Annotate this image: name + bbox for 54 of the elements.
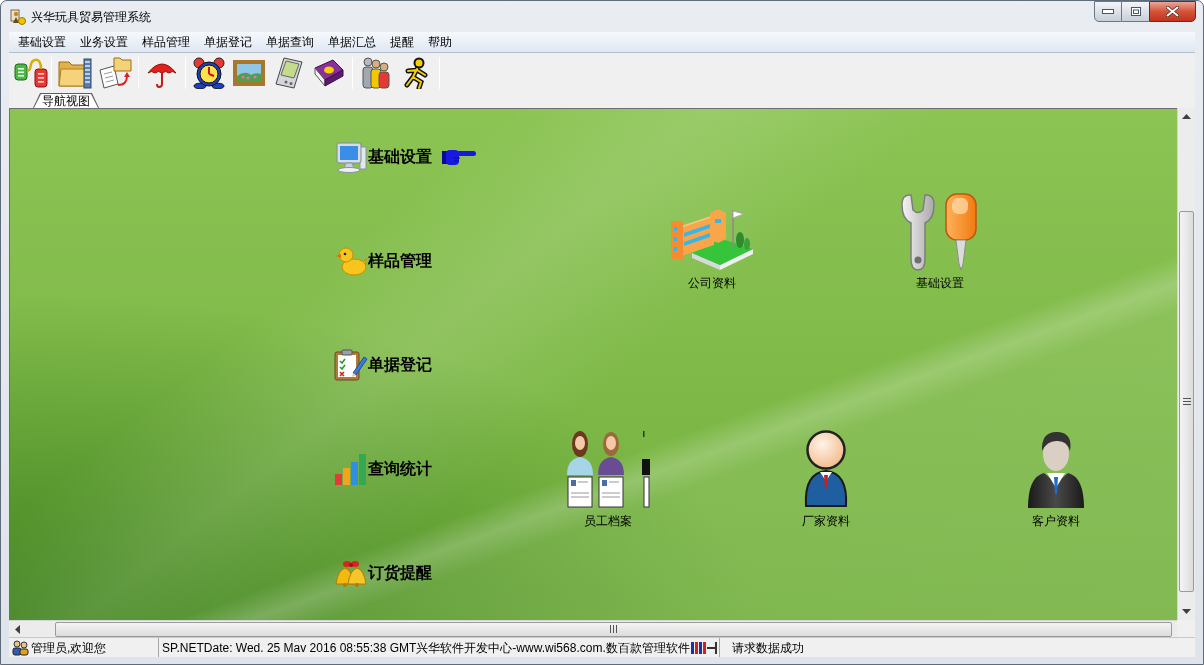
wrench-screwdriver-icon[interactable] bbox=[900, 193, 980, 271]
people-icon[interactable] bbox=[361, 57, 391, 89]
app-icon bbox=[10, 9, 26, 25]
nav-item[interactable]: 单据登记 bbox=[368, 356, 432, 374]
status-text: 请求数据成功 bbox=[731, 640, 804, 655]
launcher-item[interactable]: 公司资料 bbox=[657, 190, 767, 290]
bells-icon[interactable] bbox=[334, 559, 367, 587]
vertical-scrollbar[interactable] bbox=[1177, 108, 1195, 620]
maximize-icon bbox=[1130, 7, 1141, 16]
nav-item[interactable]: 订货提醒 bbox=[368, 564, 432, 582]
menu-item[interactable]: 基础设置 bbox=[11, 34, 73, 50]
staff-cards-icon[interactable] bbox=[566, 429, 650, 509]
folder-icon[interactable] bbox=[58, 57, 92, 89]
indicator-icon bbox=[690, 641, 717, 654]
grip-icon bbox=[610, 625, 617, 633]
running-man-icon[interactable] bbox=[403, 57, 429, 89]
launcher-item[interactable]: 基础设置 bbox=[885, 190, 995, 290]
left-arrow-icon bbox=[15, 624, 20, 634]
menu-item[interactable]: 提醒 bbox=[383, 34, 421, 50]
minimize-button[interactable] bbox=[1094, 1, 1122, 22]
launcher-item[interactable]: 客户资料 bbox=[1001, 428, 1111, 528]
down-arrow-icon bbox=[1182, 609, 1191, 614]
clipboard-icon[interactable] bbox=[333, 349, 368, 381]
alarm-clock-icon[interactable] bbox=[192, 57, 226, 89]
menu-item[interactable]: 单据汇总 bbox=[321, 34, 383, 50]
status-message: SP.NETDate: Wed. 25 Mav 2016 08:55:38 GMT兴华软件开发中心-www.wi568.com.数百款管理软件 bbox=[162, 640, 690, 655]
launcher-item[interactable]: 厂家资料 bbox=[771, 428, 881, 528]
status-user: 管理员,欢迎您 bbox=[31, 640, 107, 655]
nav-item[interactable]: 基础设置 bbox=[368, 148, 432, 166]
menu-item[interactable]: 样品管理 bbox=[135, 34, 197, 50]
person-icon[interactable] bbox=[802, 429, 850, 509]
minimize-icon bbox=[1102, 9, 1114, 14]
handheld-device-icon[interactable] bbox=[274, 57, 304, 89]
scrollbar-thumb[interactable] bbox=[1179, 211, 1194, 592]
grip-icon bbox=[1182, 398, 1191, 405]
book-icon[interactable] bbox=[313, 58, 345, 88]
maximize-button[interactable] bbox=[1122, 1, 1149, 22]
close-button[interactable] bbox=[1149, 1, 1196, 22]
menu-item[interactable]: 单据登记 bbox=[197, 34, 259, 50]
plug-icon[interactable] bbox=[14, 58, 48, 88]
menu-item[interactable]: 业务设置 bbox=[73, 34, 135, 50]
nav-item[interactable]: 查询统计 bbox=[368, 460, 432, 478]
menu-item[interactable]: 帮助 bbox=[421, 34, 459, 50]
computer-icon[interactable] bbox=[334, 141, 367, 173]
up-arrow-icon bbox=[1182, 114, 1191, 119]
launcher-item[interactable]: 员工档案 bbox=[553, 428, 663, 528]
window-title: 兴华玩具贸易管理系统 bbox=[31, 10, 151, 24]
office-building-icon[interactable] bbox=[670, 207, 754, 271]
file-move-icon[interactable] bbox=[98, 57, 132, 89]
menu-item[interactable]: 单据查询 bbox=[259, 34, 321, 50]
users-icon bbox=[12, 639, 29, 656]
tab[interactable]: 导航视图 bbox=[33, 93, 99, 108]
nav-item[interactable]: 样品管理 bbox=[368, 252, 432, 270]
close-icon bbox=[1166, 6, 1179, 17]
